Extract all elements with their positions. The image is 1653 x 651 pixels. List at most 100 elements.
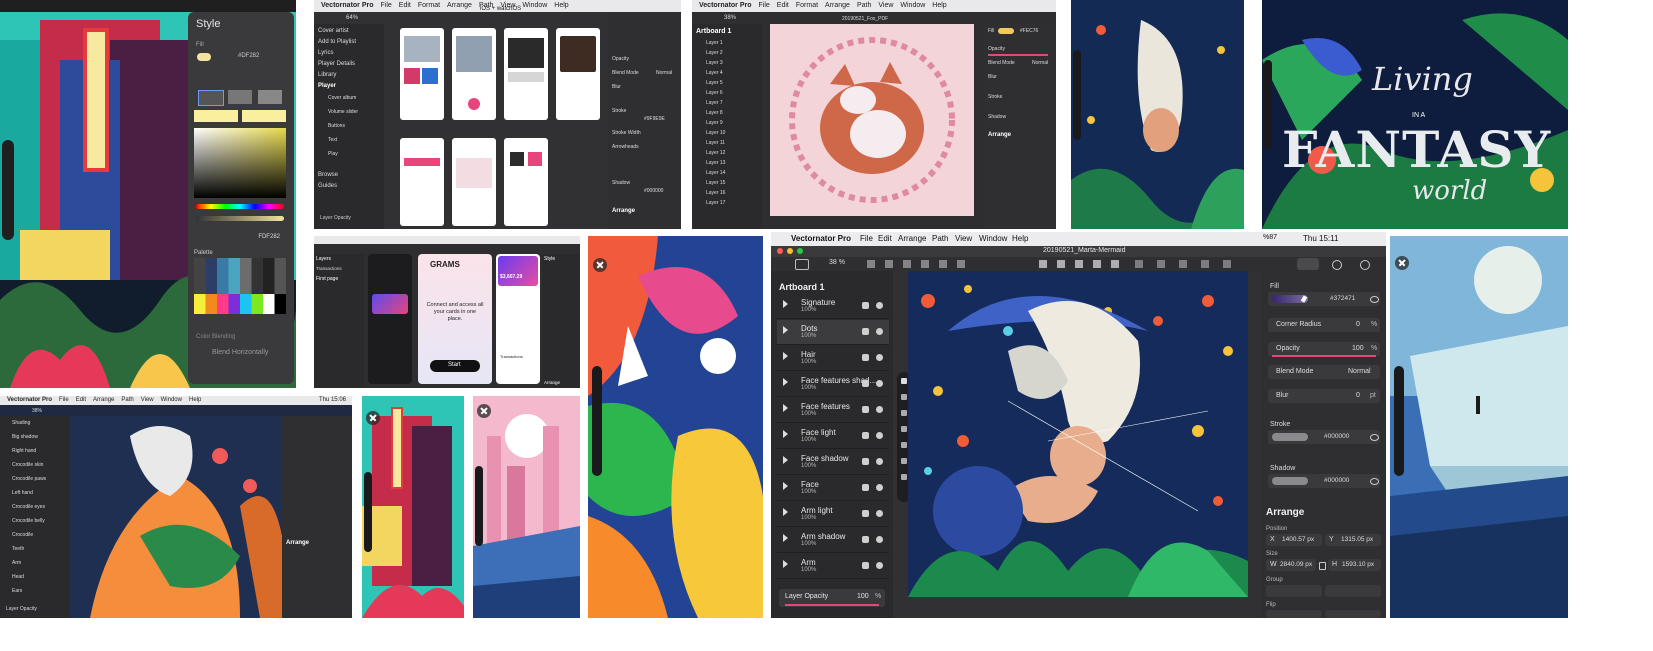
layer-item[interactable]: Layer 1	[706, 40, 723, 46]
screen-1[interactable]	[400, 28, 444, 120]
opacity-slider[interactable]	[988, 54, 1048, 56]
layer-item[interactable]: Cover album	[328, 95, 356, 101]
expand-chevron-icon[interactable]	[783, 378, 788, 386]
corner-radius-row[interactable]: Corner Radius 0 %	[1268, 318, 1380, 332]
expand-chevron-icon[interactable]	[783, 404, 788, 412]
layer-row[interactable]: Arm light 100%	[777, 502, 889, 527]
lock-icon[interactable]	[862, 484, 869, 491]
toolbar-icons-right[interactable]	[1135, 260, 1245, 268]
layer-item[interactable]: Layer 13	[706, 160, 725, 166]
select-tool-icon[interactable]	[901, 378, 907, 384]
color-preview-b[interactable]	[242, 110, 286, 122]
fill-swatch[interactable]: #DF282	[194, 50, 288, 64]
start-button[interactable]: Start	[430, 360, 480, 372]
expand-chevron-icon[interactable]	[783, 534, 788, 542]
w-value[interactable]: 2840.09 px	[1280, 561, 1312, 568]
sidebar-item[interactable]: Player Details	[318, 61, 355, 67]
node-tool-icon[interactable]	[901, 394, 907, 400]
stroke-swatch[interactable]	[1272, 433, 1308, 441]
style-tab-icon[interactable]	[1297, 258, 1319, 270]
screen-6[interactable]	[452, 138, 496, 226]
sidebar-item[interactable]: Add to Playlist	[318, 39, 356, 45]
layer-item[interactable]: Crocodile belly	[12, 518, 45, 524]
close-icon[interactable]	[593, 258, 607, 272]
shadow-visibility-icon[interactable]	[1370, 478, 1379, 485]
pen-tool-icon[interactable]	[901, 410, 907, 416]
expand-chevron-icon[interactable]	[783, 560, 788, 568]
layer-item[interactable]: Layer 11	[706, 140, 725, 146]
menu-arrange[interactable]: Arrange	[898, 234, 926, 243]
layer-item[interactable]: Layer 15	[706, 180, 725, 186]
layer-item[interactable]: Left hand	[12, 490, 33, 496]
layer-opacity-slider[interactable]	[785, 604, 879, 606]
layer-item[interactable]: Play	[328, 151, 338, 157]
lock-icon[interactable]	[862, 562, 869, 569]
shadow-hex[interactable]: #000000	[644, 188, 663, 194]
layer-opacity-value[interactable]: 100	[857, 593, 869, 600]
blend-mode-row[interactable]: Blend Mode Normal	[1268, 365, 1380, 379]
layer-item[interactable]: Volume slider	[328, 109, 358, 115]
layer-item[interactable]: Ears	[12, 588, 22, 594]
layer-item[interactable]: Text	[328, 137, 337, 143]
shadow-row[interactable]: #000000	[1268, 474, 1380, 488]
layer-item[interactable]: Shading	[12, 420, 30, 426]
layer-item[interactable]: Crocodile skin	[12, 462, 43, 468]
layer-item[interactable]: Layer 16	[706, 190, 725, 196]
screen-2[interactable]	[452, 28, 496, 120]
screen-5[interactable]	[400, 138, 444, 226]
zoom-value[interactable]: 38 %	[829, 259, 845, 266]
layer-item[interactable]: Right hand	[12, 448, 36, 454]
lock-ratio-icon[interactable]	[1319, 562, 1326, 570]
menu-help[interactable]: Help	[1012, 234, 1028, 243]
layer-item[interactable]: Layer 17	[706, 200, 725, 206]
close-icon[interactable]	[1395, 256, 1409, 270]
screen-grams[interactable]: GRAMS Connect and access all your cards …	[418, 254, 492, 384]
layer-row[interactable]: Arm 100%	[777, 554, 889, 579]
screen-balance[interactable]: $3,607.29 Transactions	[496, 254, 540, 384]
layer-item[interactable]: Big shadow	[12, 434, 38, 440]
toolbar-icons-center[interactable]	[1039, 260, 1119, 268]
close-window-button[interactable]	[777, 248, 783, 254]
lock-icon[interactable]	[862, 302, 869, 309]
menu-app[interactable]: Vectornator Pro	[791, 234, 851, 243]
color-picker[interactable]	[194, 128, 286, 198]
fill-hex[interactable]: #FEC76	[1020, 28, 1038, 34]
corner-radius-value[interactable]: 0	[1356, 321, 1360, 328]
layer-item[interactable]: Teeth	[12, 546, 24, 552]
blend-mode-value[interactable]: Normal	[1032, 60, 1048, 66]
expand-chevron-icon[interactable]	[783, 352, 788, 360]
screen-3[interactable]	[504, 28, 548, 120]
opacity-value[interactable]: 100	[1352, 345, 1364, 352]
layer-group-first-page[interactable]: First page	[316, 276, 338, 282]
text-tool-icon[interactable]	[901, 458, 907, 464]
sidebar-item[interactable]: Lyrics	[318, 50, 333, 56]
palette-row[interactable]	[194, 294, 286, 314]
visibility-eye-icon[interactable]	[876, 432, 883, 439]
expand-chevron-icon[interactable]	[783, 508, 788, 516]
zoom-value[interactable]: 38%	[32, 408, 42, 414]
size-w-field[interactable]: W 2840.09 px	[1266, 559, 1316, 571]
layer-row[interactable]: Face 100%	[777, 476, 889, 501]
screen-4[interactable]	[556, 28, 600, 120]
minimize-window-button[interactable]	[787, 248, 793, 254]
sidebar-item[interactable]: Cover artist	[318, 28, 349, 34]
layer-item[interactable]: Layer 7	[706, 100, 723, 106]
fill-swatch[interactable]	[998, 28, 1014, 34]
visibility-eye-icon[interactable]	[876, 484, 883, 491]
flip-horizontal-button[interactable]	[1266, 610, 1322, 618]
layer-row[interactable]: Face features shad... 100%	[777, 372, 889, 397]
zoom-value[interactable]: 38%	[724, 15, 736, 21]
layer-row[interactable]: Face shadow 100%	[777, 450, 889, 475]
hue-slider[interactable]	[196, 204, 284, 209]
menu-file[interactable]: File	[860, 234, 873, 243]
lock-icon[interactable]	[862, 458, 869, 465]
expand-chevron-icon[interactable]	[783, 326, 788, 334]
ungroup-button[interactable]	[1325, 585, 1381, 597]
screen-dark[interactable]	[368, 254, 412, 384]
layer-item[interactable]: Head	[12, 574, 24, 580]
hex-field[interactable]: FDF282	[194, 232, 286, 244]
add-icon[interactable]	[1332, 260, 1342, 270]
blur-row[interactable]: Blur 0 pt	[1268, 389, 1380, 403]
shadow-swatch[interactable]	[1272, 477, 1308, 485]
stroke-hex[interactable]: #9F9E9E	[644, 116, 665, 122]
